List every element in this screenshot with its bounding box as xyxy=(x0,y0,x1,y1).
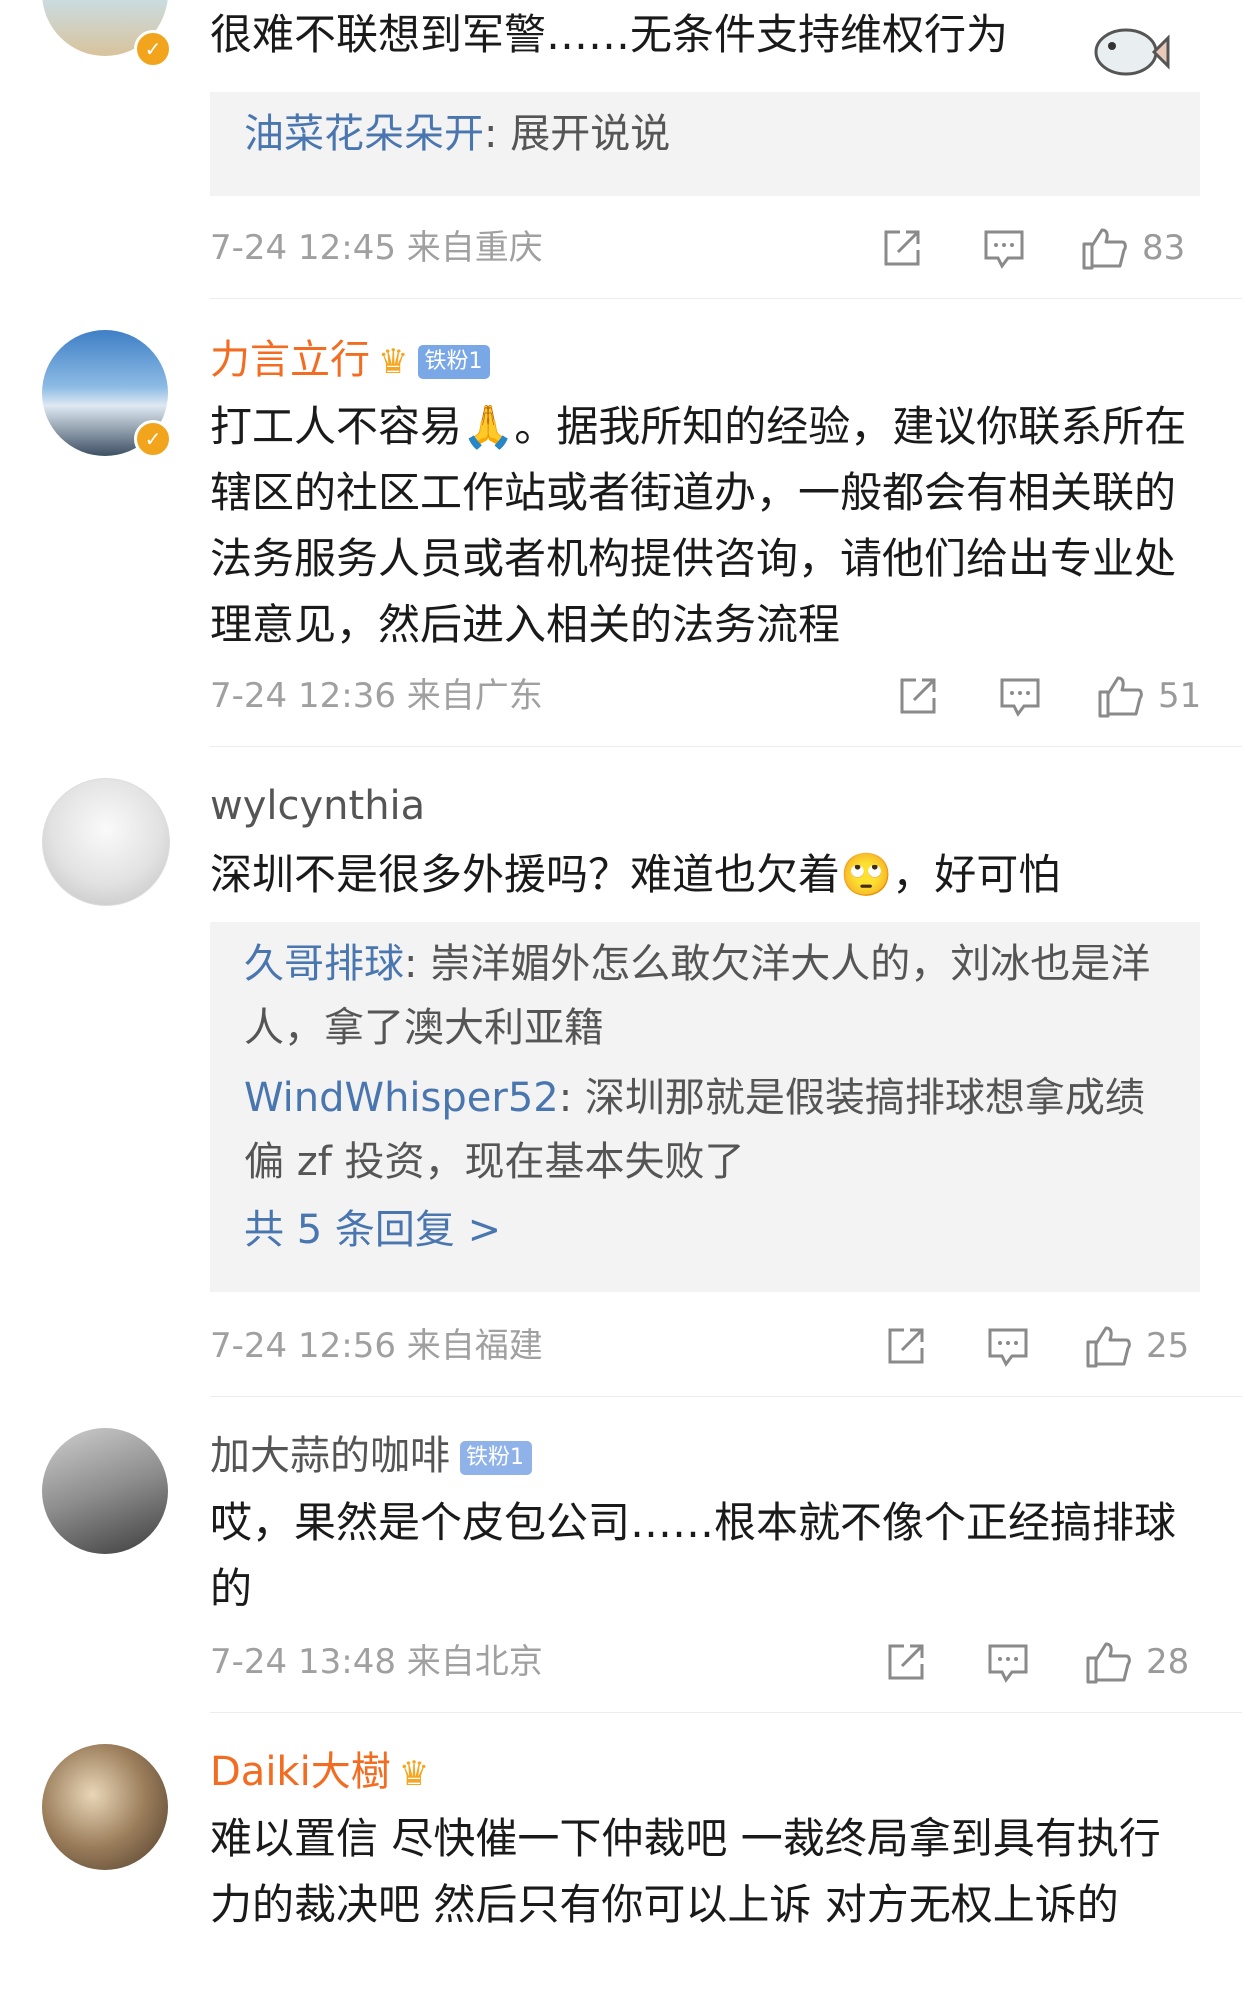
comment-location: 来自福建 xyxy=(406,1326,543,1366)
comment-date: 7-24 12:45 xyxy=(210,228,396,268)
comment-date: 7-24 12:36 xyxy=(210,676,396,716)
share-icon[interactable] xyxy=(884,1640,928,1684)
thumbs-up-icon[interactable] xyxy=(1080,226,1128,270)
view-more-replies-link[interactable]: 共 5 条回复 > xyxy=(244,1198,1166,1262)
reply-item[interactable]: WindWhisper52: 深圳那就是假装搞排球想拿成绩偏 zf 投资，现在基… xyxy=(244,1066,1166,1194)
comment-actions: 28 xyxy=(884,1640,1200,1684)
crown-icon: ♛ xyxy=(378,342,409,382)
comment-actions: 51 xyxy=(896,674,1208,718)
reply-box: 久哥排球: 崇洋媚外怎么敢欠洋大人的，刘冰也是洋人，拿了澳大利亚籍 WindWh… xyxy=(210,922,1200,1292)
comment-actions: 83 xyxy=(880,226,1200,270)
fish-emoji-icon xyxy=(1094,28,1170,76)
verified-badge-icon: ✓ xyxy=(134,420,172,458)
comment-date: 7-24 13:48 xyxy=(210,1642,396,1682)
comment-text: 难以置信 尽快催一下仲裁吧 一裁终局拿到具有执行力的裁决吧 然后只有你可以上诉 … xyxy=(210,1814,1161,1929)
reply-username[interactable]: 久哥排球 xyxy=(244,941,404,987)
comment-icon[interactable] xyxy=(986,1324,1030,1368)
username-label: wylcynthia xyxy=(210,783,426,829)
comment-icon[interactable] xyxy=(986,1640,1030,1684)
comment-location: 来自重庆 xyxy=(406,228,543,268)
avatar[interactable] xyxy=(42,778,170,906)
like-count: 25 xyxy=(1146,1326,1190,1366)
comment-date: 7-24 12:56 xyxy=(210,1326,396,1366)
comment-username[interactable]: wylcynthia xyxy=(210,782,425,830)
like-count: 83 xyxy=(1142,228,1186,268)
reply-username[interactable]: 油菜花朵朵开 xyxy=(244,111,484,157)
comment-text: 打工人不容易🙏。据我所知的经验，建议你联系所在辖区的社区工作站或者街道办，一般都… xyxy=(210,402,1187,649)
comment-meta: 7-24 12:36 来自广东 xyxy=(210,676,543,716)
username-label: Daiki大樹 xyxy=(210,1749,391,1795)
divider xyxy=(210,298,1242,299)
thumbs-up-icon[interactable] xyxy=(1084,1640,1132,1684)
share-icon[interactable] xyxy=(884,1324,928,1368)
comment-username[interactable]: Daiki大樹 ♛ xyxy=(210,1748,429,1798)
divider xyxy=(210,1712,1242,1713)
comment-text: 深圳不是很多外援吗？难道也欠着🙄，好可怕 xyxy=(210,850,1061,899)
divider xyxy=(210,1396,1242,1397)
comment-text: 很难不联想到军警……无条件支持维权行为 xyxy=(210,10,1009,59)
share-icon[interactable] xyxy=(896,674,940,718)
username-label: 力言立行 xyxy=(210,337,370,383)
reply-text: : 展开说说 xyxy=(484,111,671,157)
comment-icon[interactable] xyxy=(982,226,1026,270)
username-label: 加大蒜的咖啡 xyxy=(210,1433,450,1479)
comment-text: 哎，果然是个皮包公司……根本就不像个正经搞排球的 xyxy=(210,1498,1177,1613)
comment-meta: 7-24 12:45 来自重庆 xyxy=(210,228,543,268)
reply-box: 油菜花朵朵开: 展开说说 xyxy=(210,92,1200,196)
divider xyxy=(210,746,1242,747)
like-count: 28 xyxy=(1146,1642,1190,1682)
like-count: 51 xyxy=(1158,676,1202,716)
verified-badge-icon: ✓ xyxy=(134,30,172,68)
share-icon[interactable] xyxy=(880,226,924,270)
avatar[interactable] xyxy=(42,1744,168,1870)
comment-username[interactable]: 加大蒜的咖啡 铁粉1 xyxy=(210,1432,532,1480)
fan-badge: 铁粉1 xyxy=(418,345,491,379)
comment-location: 来自广东 xyxy=(406,676,543,716)
comment-location: 来自北京 xyxy=(406,1642,543,1682)
comment-icon[interactable] xyxy=(998,674,1042,718)
reply-item[interactable]: 油菜花朵朵开: 展开说说 xyxy=(244,102,1166,166)
comment-actions: 25 xyxy=(884,1324,1200,1368)
reply-username[interactable]: WindWhisper52 xyxy=(244,1075,559,1121)
thumbs-up-icon[interactable] xyxy=(1096,674,1144,718)
comment-username[interactable]: 力言立行 ♛ 铁粉1 xyxy=(210,336,491,386)
fan-badge: 铁粉1 xyxy=(460,1441,532,1475)
avatar[interactable] xyxy=(42,1428,168,1554)
crown-icon: ♛ xyxy=(398,1754,430,1794)
thumbs-up-icon[interactable] xyxy=(1084,1324,1132,1368)
comment-meta: 7-24 12:56 来自福建 xyxy=(210,1326,543,1366)
reply-item[interactable]: 久哥排球: 崇洋媚外怎么敢欠洋大人的，刘冰也是洋人，拿了澳大利亚籍 xyxy=(244,932,1166,1060)
comment-meta: 7-24 13:48 来自北京 xyxy=(210,1642,543,1682)
